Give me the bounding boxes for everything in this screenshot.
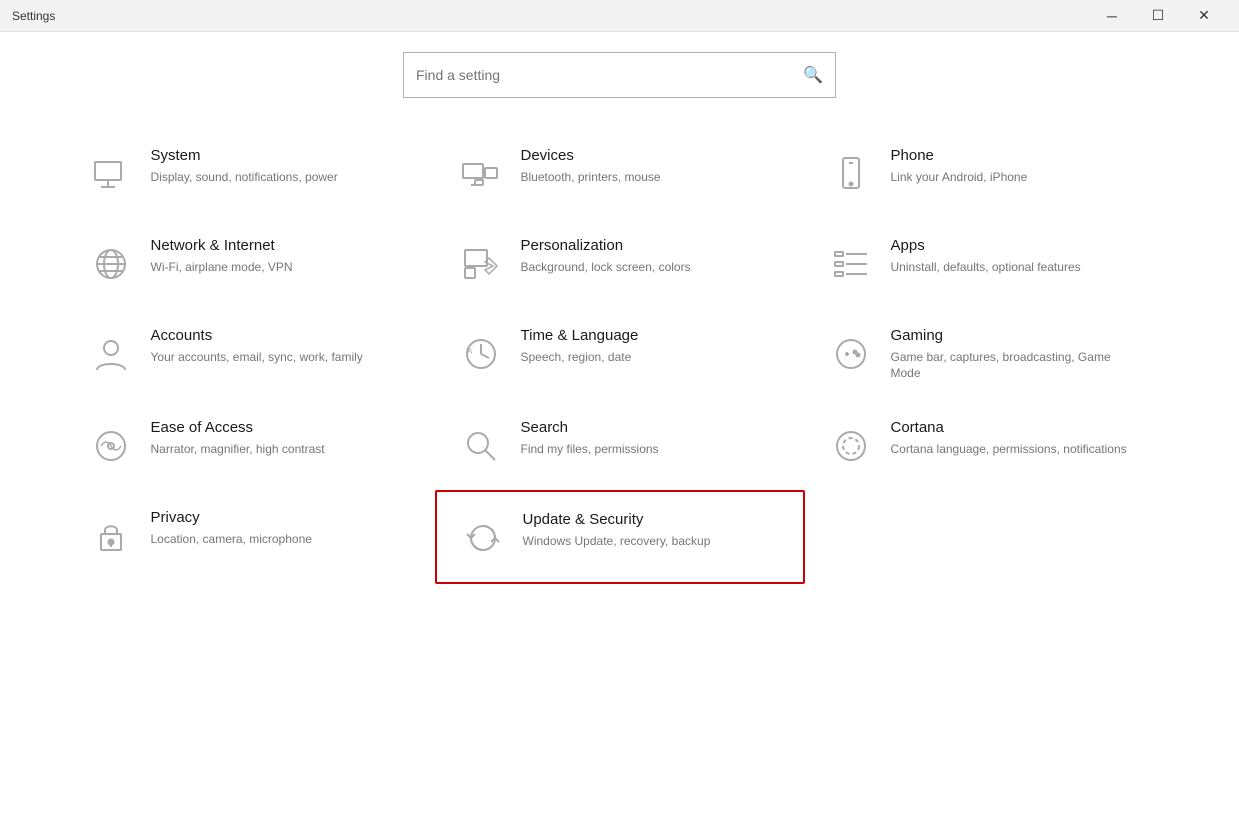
setting-item-devices[interactable]: Devices Bluetooth, printers, mouse xyxy=(435,128,805,218)
devices-title: Devices xyxy=(521,146,661,166)
system-title: System xyxy=(151,146,338,166)
system-desc: Display, sound, notifications, power xyxy=(151,169,338,186)
ease-icon xyxy=(85,420,137,472)
search-desc: Find my files, permissions xyxy=(521,441,659,458)
title-bar: Settings ─ ☐ ✕ xyxy=(0,0,1239,32)
personalization-desc: Background, lock screen, colors xyxy=(521,259,691,276)
setting-item-time[interactable]: A Time & Language Speech, region, date xyxy=(435,308,805,400)
title-bar-controls: ─ ☐ ✕ xyxy=(1089,0,1227,32)
time-title: Time & Language xyxy=(521,326,639,346)
devices-desc: Bluetooth, printers, mouse xyxy=(521,169,661,186)
update-title: Update & Security xyxy=(523,510,711,530)
ease-desc: Narrator, magnifier, high contrast xyxy=(151,441,325,458)
privacy-title: Privacy xyxy=(151,508,312,528)
content: 🔍 System Display, sound, notifications, … xyxy=(0,32,1239,604)
privacy-icon xyxy=(85,510,137,562)
personalization-text: Personalization Background, lock screen,… xyxy=(521,236,691,275)
minimize-button[interactable]: ─ xyxy=(1089,0,1135,32)
window-title: Settings xyxy=(12,9,55,23)
update-text: Update & Security Windows Update, recove… xyxy=(523,510,711,549)
network-desc: Wi-Fi, airplane mode, VPN xyxy=(151,259,293,276)
setting-item-gaming[interactable]: Gaming Game bar, captures, broadcasting,… xyxy=(805,308,1175,400)
time-desc: Speech, region, date xyxy=(521,349,639,366)
setting-item-update[interactable]: Update & Security Windows Update, recove… xyxy=(435,490,805,584)
gaming-text: Gaming Game bar, captures, broadcasting,… xyxy=(891,326,1131,382)
setting-item-ease[interactable]: Ease of Access Narrator, magnifier, high… xyxy=(65,400,435,490)
search-bar[interactable]: 🔍 xyxy=(403,52,836,98)
setting-item-cortana[interactable]: Cortana Cortana language, permissions, n… xyxy=(805,400,1175,490)
phone-title: Phone xyxy=(891,146,1028,166)
ease-title: Ease of Access xyxy=(151,418,325,438)
time-text: Time & Language Speech, region, date xyxy=(521,326,639,365)
setting-item-apps[interactable]: Apps Uninstall, defaults, optional featu… xyxy=(805,218,1175,308)
apps-icon xyxy=(825,238,877,290)
setting-item-personalization[interactable]: Personalization Background, lock screen,… xyxy=(435,218,805,308)
setting-item-privacy[interactable]: Privacy Location, camera, microphone xyxy=(65,490,435,584)
update-icon xyxy=(457,512,509,564)
svg-text:A: A xyxy=(467,347,473,356)
setting-item-search[interactable]: Search Find my files, permissions xyxy=(435,400,805,490)
settings-grid: System Display, sound, notifications, po… xyxy=(65,128,1175,584)
ease-text: Ease of Access Narrator, magnifier, high… xyxy=(151,418,325,457)
close-button[interactable]: ✕ xyxy=(1181,0,1227,32)
phone-desc: Link your Android, iPhone xyxy=(891,169,1028,186)
setting-item-network[interactable]: Network & Internet Wi-Fi, airplane mode,… xyxy=(65,218,435,308)
gaming-desc: Game bar, captures, broadcasting, Game M… xyxy=(891,349,1131,383)
apps-desc: Uninstall, defaults, optional features xyxy=(891,259,1081,276)
accounts-title: Accounts xyxy=(151,326,363,346)
phone-icon xyxy=(825,148,877,200)
cortana-title: Cortana xyxy=(891,418,1127,438)
time-icon: A xyxy=(455,328,507,380)
apps-title: Apps xyxy=(891,236,1081,256)
update-desc: Windows Update, recovery, backup xyxy=(523,533,711,550)
network-icon xyxy=(85,238,137,290)
privacy-desc: Location, camera, microphone xyxy=(151,531,312,548)
search-input[interactable] xyxy=(416,67,803,83)
setting-item-accounts[interactable]: Accounts Your accounts, email, sync, wor… xyxy=(65,308,435,400)
system-text: System Display, sound, notifications, po… xyxy=(151,146,338,185)
search-icon xyxy=(455,420,507,472)
setting-item-phone[interactable]: Phone Link your Android, iPhone xyxy=(805,128,1175,218)
cortana-icon xyxy=(825,420,877,472)
system-icon xyxy=(85,148,137,200)
search-title: Search xyxy=(521,418,659,438)
cortana-desc: Cortana language, permissions, notificat… xyxy=(891,441,1127,458)
devices-icon xyxy=(455,148,507,200)
search-text: Search Find my files, permissions xyxy=(521,418,659,457)
privacy-text: Privacy Location, camera, microphone xyxy=(151,508,312,547)
accounts-text: Accounts Your accounts, email, sync, wor… xyxy=(151,326,363,365)
maximize-button[interactable]: ☐ xyxy=(1135,0,1181,32)
network-text: Network & Internet Wi-Fi, airplane mode,… xyxy=(151,236,293,275)
personalization-title: Personalization xyxy=(521,236,691,256)
cortana-text: Cortana Cortana language, permissions, n… xyxy=(891,418,1127,457)
gaming-title: Gaming xyxy=(891,326,1131,346)
network-title: Network & Internet xyxy=(151,236,293,256)
personalization-icon xyxy=(455,238,507,290)
devices-text: Devices Bluetooth, printers, mouse xyxy=(521,146,661,185)
accounts-desc: Your accounts, email, sync, work, family xyxy=(151,349,363,366)
phone-text: Phone Link your Android, iPhone xyxy=(891,146,1028,185)
setting-item-system[interactable]: System Display, sound, notifications, po… xyxy=(65,128,435,218)
accounts-icon xyxy=(85,328,137,380)
search-icon: 🔍 xyxy=(803,65,823,85)
apps-text: Apps Uninstall, defaults, optional featu… xyxy=(891,236,1081,275)
gaming-icon xyxy=(825,328,877,380)
